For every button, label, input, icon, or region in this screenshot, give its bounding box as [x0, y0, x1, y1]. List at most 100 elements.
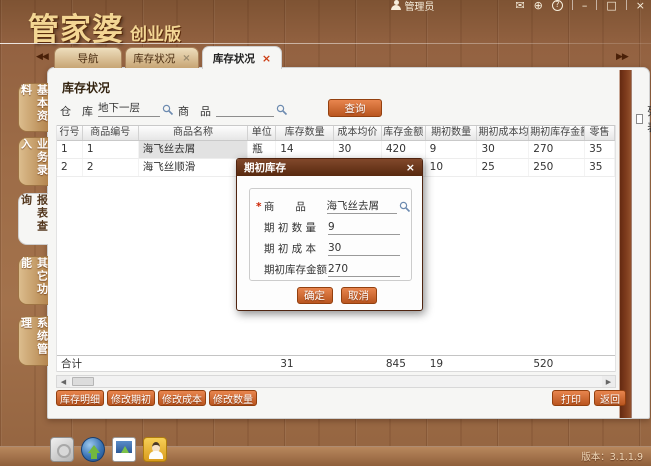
sidebar-item-label: 系统管理	[18, 317, 50, 365]
help-icon[interactable]: ?	[552, 0, 563, 11]
print-button[interactable]: 打印	[552, 390, 590, 406]
settings-dial-icon[interactable]	[50, 437, 74, 462]
column-header[interactable]: 单位	[248, 126, 276, 140]
column-header[interactable]: 库存数量	[276, 126, 334, 140]
search-icon[interactable]	[399, 201, 411, 213]
scroll-left-icon[interactable]: ◀	[57, 376, 70, 387]
tab-scroll-left-icon[interactable]: ◀◀	[36, 52, 48, 62]
table-cell: 14	[276, 141, 334, 158]
total-cell	[83, 356, 139, 371]
column-header[interactable]: 库存金额	[382, 126, 426, 140]
dock	[50, 437, 167, 462]
sidebar-item-basic-data[interactable]: 基本资料	[18, 83, 48, 132]
column-header[interactable]: 成本均价	[334, 126, 382, 140]
initial-amount-field[interactable]: 270	[328, 262, 400, 277]
table-header-row: 行号商品编号商品名称单位库存数量成本均价库存金额期初数量期初成本均价期初库存金额…	[57, 125, 615, 141]
cancel-button[interactable]: 取消	[341, 287, 377, 304]
tab-inventory-status-2[interactable]: 库存状况 ×	[202, 46, 282, 69]
upgrade-window-icon[interactable]	[112, 437, 136, 462]
sidebar-item-label: 其它功能	[18, 257, 50, 304]
panel-edge-bar	[619, 70, 632, 418]
divider	[596, 0, 597, 10]
table-cell: 海飞丝顺滑	[139, 159, 249, 176]
initial-cost-field[interactable]: 30	[328, 241, 400, 256]
table-cell: 25	[477, 159, 529, 176]
warehouse-input[interactable]: 地下一层	[98, 100, 160, 117]
list-view-toggle[interactable]: 列表	[636, 103, 651, 135]
column-header[interactable]: 商品编号	[83, 126, 139, 140]
modify-quantity-button[interactable]: 修改数量	[209, 390, 257, 406]
tab-label: 导航	[78, 51, 99, 66]
scroll-right-icon[interactable]: ▶	[602, 376, 615, 387]
maximize-button[interactable]: □	[606, 0, 616, 11]
table-cell: 30	[477, 141, 529, 158]
initial-quantity-field[interactable]: 9	[328, 220, 400, 235]
online-update-icon[interactable]	[81, 437, 105, 462]
initial-amount-label: 期初库存金额	[264, 262, 328, 277]
dialog-titlebar[interactable]: 期初库存 ×	[237, 159, 422, 176]
horizontal-scrollbar[interactable]: ◀ ▶	[56, 375, 616, 388]
table-row[interactable]: 11海飞丝去屑瓶143042093027035	[57, 141, 615, 159]
sidebar-item-business-entry[interactable]: 业务录入	[18, 137, 48, 186]
product-field-label: 商 品	[264, 199, 327, 214]
globe-icon[interactable]: ⊕	[534, 0, 543, 11]
assistant-mascot-icon[interactable]	[143, 437, 167, 462]
modify-cost-button[interactable]: 修改成本	[158, 390, 206, 406]
dialog-title: 期初库存	[244, 160, 286, 175]
required-marker: *	[256, 201, 264, 213]
initial-cost-label: 期 初 成 本	[264, 241, 328, 256]
product-field[interactable]: 海飞丝去屑	[327, 199, 398, 214]
table-cell: 2	[57, 159, 83, 176]
back-button[interactable]: 返回	[594, 390, 626, 406]
sidebar-item-system-management[interactable]: 系统管理	[18, 316, 48, 366]
tab-inventory-status-1[interactable]: 库存状况 ×	[125, 47, 199, 68]
inventory-detail-button[interactable]: 库存明细	[56, 390, 104, 406]
table-cell: 海飞丝去屑	[139, 141, 249, 158]
total-cell: 合计	[57, 356, 83, 371]
column-header[interactable]: 零售	[585, 126, 615, 140]
tab-scroll-right-icon[interactable]: ▶▶	[616, 52, 628, 62]
mail-icon[interactable]: ✉	[515, 0, 524, 11]
table-cell: 10	[426, 159, 478, 176]
column-header[interactable]: 期初成本均价	[477, 126, 529, 140]
table-cell: 420	[382, 141, 426, 158]
column-header[interactable]: 商品名称	[139, 126, 249, 140]
page-title: 库存状况	[62, 79, 110, 96]
search-icon[interactable]	[276, 104, 288, 116]
total-cell: 520	[529, 356, 585, 371]
total-cell: 19	[426, 356, 478, 371]
dialog-close-icon[interactable]: ×	[406, 161, 415, 174]
tab-label: 库存状况	[133, 51, 175, 66]
filter-bar: 仓 库 地下一层 商 品 查询 列表	[48, 100, 649, 120]
user-icon	[391, 0, 401, 10]
total-cell: 31	[276, 356, 334, 371]
product-input[interactable]	[216, 100, 274, 117]
tab-close-icon[interactable]: ×	[182, 53, 190, 64]
total-cell	[139, 356, 249, 371]
total-cell: 845	[382, 356, 426, 371]
column-header[interactable]: 期初数量	[426, 126, 478, 140]
total-cell	[334, 356, 382, 371]
tab-close-icon[interactable]: ×	[262, 52, 271, 65]
table-cell: 35	[585, 159, 615, 176]
current-user[interactable]: 管理员	[391, 0, 434, 13]
search-icon[interactable]	[162, 104, 174, 116]
column-header[interactable]: 行号	[57, 126, 83, 140]
sidebar-item-other-functions[interactable]: 其它功能	[18, 256, 48, 305]
minimize-button[interactable]: –	[582, 0, 588, 11]
checkbox-icon[interactable]	[636, 114, 643, 124]
modify-initial-button[interactable]: 修改期初	[107, 390, 155, 406]
total-cell	[248, 356, 276, 371]
ok-button[interactable]: 确定	[297, 287, 333, 304]
close-button[interactable]: ×	[636, 0, 645, 11]
table-cell: 30	[334, 141, 382, 158]
table-cell: 9	[426, 141, 478, 158]
scrollbar-thumb[interactable]	[72, 377, 94, 386]
table-total-row: 合计 31 84519 520	[57, 355, 615, 372]
list-checkbox-label: 列表	[647, 103, 651, 135]
query-button[interactable]: 查询	[328, 99, 382, 117]
column-header[interactable]: 期初库存金额	[529, 126, 585, 140]
sidebar-item-report-query[interactable]: 报表查询	[18, 193, 48, 245]
tab-navigation[interactable]: 导航	[54, 47, 122, 68]
table-cell: 1	[57, 141, 83, 158]
